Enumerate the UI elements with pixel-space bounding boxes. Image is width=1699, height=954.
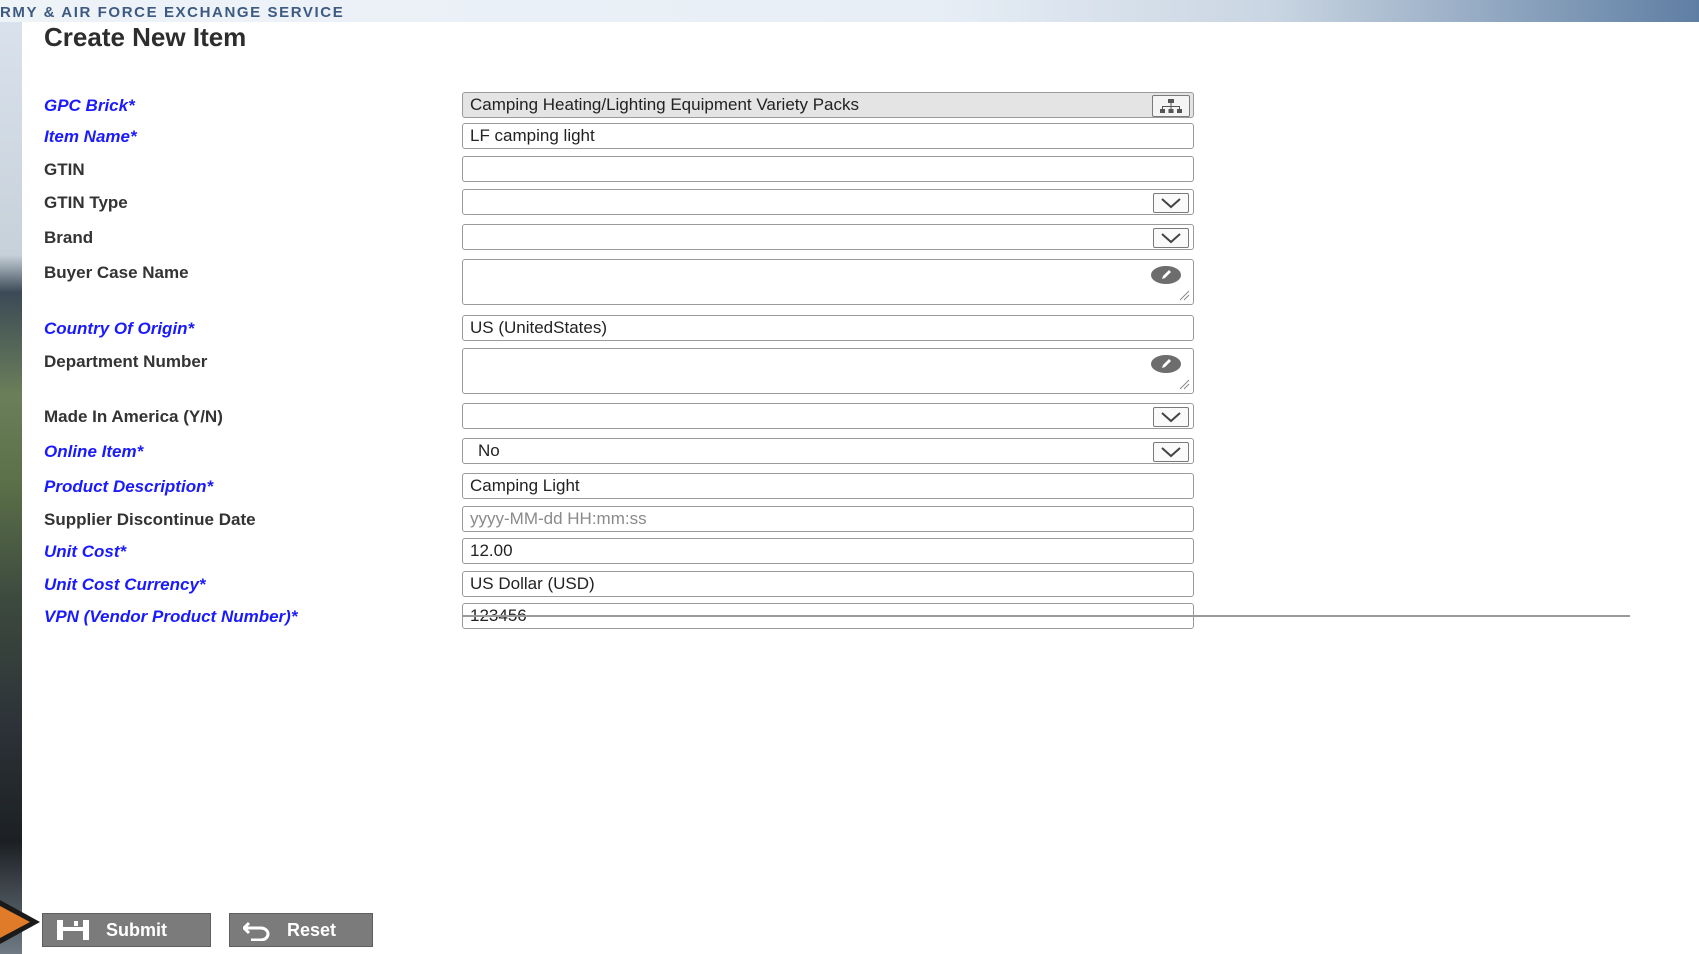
reset-button-label: Reset bbox=[287, 919, 337, 940]
item-name-label: Item Name* bbox=[44, 127, 137, 146]
vpn-label: VPN (Vendor Product Number)* bbox=[44, 607, 298, 626]
item-name-input[interactable]: LF camping light bbox=[462, 123, 1194, 149]
create-item-dialog: Create New Item GPC Brick* Camping Heati… bbox=[22, 22, 1699, 954]
gtin-type-dropdown-button[interactable] bbox=[1153, 193, 1189, 213]
brand-label: Brand bbox=[44, 228, 94, 247]
pointer-arrow-fill bbox=[0, 906, 30, 938]
resize-grip-icon[interactable] bbox=[1178, 378, 1190, 390]
gtin-type-select[interactable] bbox=[462, 189, 1194, 215]
gtin-label: GTIN bbox=[44, 160, 85, 179]
undo-arrow-icon bbox=[241, 919, 271, 942]
buyer-case-name-textarea[interactable] bbox=[462, 259, 1194, 305]
product-description-input[interactable]: Camping Light bbox=[462, 473, 1194, 499]
pencil-icon bbox=[1162, 270, 1171, 279]
product-description-label: Product Description* bbox=[44, 477, 214, 496]
unit-cost-input[interactable]: 12.00 bbox=[462, 538, 1194, 564]
app-banner-title: RMY & AIR FORCE EXCHANGE SERVICE bbox=[0, 4, 345, 21]
gpc-brick-label: GPC Brick* bbox=[44, 96, 135, 115]
made-in-america-select[interactable] bbox=[462, 403, 1194, 429]
brand-select[interactable] bbox=[462, 224, 1194, 250]
department-number-textarea[interactable] bbox=[462, 348, 1194, 394]
supplier-discontinue-date-input[interactable]: yyyy-MM-dd HH:mm:ss bbox=[462, 506, 1194, 532]
hierarchy-tree-icon bbox=[1160, 99, 1182, 113]
resize-grip-icon[interactable] bbox=[1178, 289, 1190, 301]
gpc-brick-value: Camping Heating/Lighting Equipment Varie… bbox=[470, 95, 860, 114]
unit-cost-label: Unit Cost* bbox=[44, 542, 127, 561]
online-item-label: Online Item* bbox=[44, 442, 144, 461]
submit-button-label: Submit bbox=[106, 919, 167, 940]
supplier-discontinue-date-label: Supplier Discontinue Date bbox=[44, 510, 256, 529]
reset-button[interactable]: Reset bbox=[229, 913, 373, 947]
department-number-edit-button[interactable] bbox=[1151, 355, 1181, 373]
floppy-disk-icon bbox=[56, 919, 90, 941]
chevron-down-icon bbox=[1161, 412, 1181, 423]
buyer-case-name-edit-button[interactable] bbox=[1151, 266, 1181, 284]
pencil-icon bbox=[1162, 359, 1171, 368]
country-of-origin-label: Country Of Origin* bbox=[44, 319, 195, 338]
gpc-brick-field[interactable]: Camping Heating/Lighting Equipment Varie… bbox=[462, 92, 1194, 118]
made-in-america-label: Made In America (Y/N) bbox=[44, 407, 223, 426]
chevron-down-icon bbox=[1161, 198, 1181, 209]
gpc-brick-picker-button[interactable] bbox=[1152, 95, 1190, 117]
made-in-america-dropdown-button[interactable] bbox=[1153, 407, 1189, 427]
form-divider bbox=[462, 615, 1630, 617]
submit-button[interactable]: Submit bbox=[42, 913, 211, 947]
buyer-case-name-label: Buyer Case Name bbox=[44, 263, 189, 282]
chevron-down-icon bbox=[1161, 233, 1181, 244]
gtin-input[interactable] bbox=[462, 156, 1194, 182]
country-of-origin-input[interactable]: US (UnitedStates) bbox=[462, 315, 1194, 341]
unit-cost-currency-input[interactable]: US Dollar (USD) bbox=[462, 571, 1194, 597]
dialog-title: Create New Item bbox=[44, 22, 247, 52]
app-side-background bbox=[0, 22, 22, 954]
unit-cost-currency-label: Unit Cost Currency* bbox=[44, 575, 206, 594]
brand-dropdown-button[interactable] bbox=[1153, 228, 1189, 248]
chevron-down-icon bbox=[1161, 447, 1181, 458]
gtin-type-label: GTIN Type bbox=[44, 193, 128, 212]
department-number-label: Department Number bbox=[44, 352, 208, 371]
online-item-dropdown-button[interactable] bbox=[1153, 442, 1189, 462]
online-item-value: No bbox=[478, 441, 500, 460]
online-item-select[interactable]: No bbox=[462, 438, 1194, 464]
